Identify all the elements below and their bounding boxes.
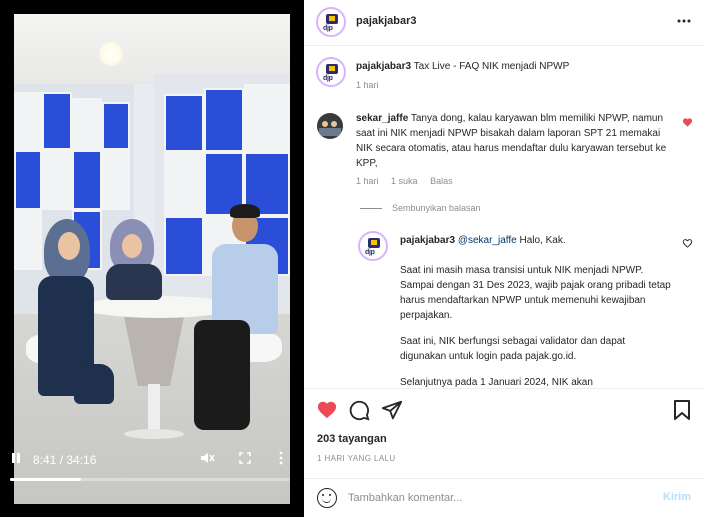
post-comment-button[interactable]: Kirim <box>663 491 691 503</box>
hide-replies-label: Sembunyikan balasan <box>392 203 481 213</box>
reply-greeting: Halo, Kak. <box>519 235 566 246</box>
caption-meta: 1 hari <box>356 80 389 90</box>
avatar-label: djp <box>323 25 333 32</box>
video-current-time: 8:41 <box>33 453 57 467</box>
comments-list[interactable]: djp pajakjabar3 Tax Live - FAQ NIK menja… <box>304 47 705 387</box>
share-send-icon[interactable] <box>381 399 403 426</box>
more-options-icon[interactable] <box>278 450 284 469</box>
avatar-label: djp <box>365 249 375 256</box>
reply-author[interactable]: pajakjabar3 <box>400 235 455 246</box>
avatar[interactable]: djp <box>316 7 346 37</box>
reply-paragraph: Selanjutnya pada 1 Januari 2024, NIK aka… <box>400 377 593 387</box>
caption-author[interactable]: pajakjabar3 <box>356 61 411 72</box>
caption-time: 1 hari <box>356 80 379 90</box>
djp-logo-icon <box>326 14 338 24</box>
mute-icon[interactable] <box>199 451 215 468</box>
reply-button[interactable]: Balas <box>430 176 453 186</box>
like-heart-icon[interactable] <box>316 399 338 424</box>
comment-likes[interactable]: 1 suka <box>391 176 418 186</box>
video-time: 8:41 / 34:16 <box>33 453 97 467</box>
comment-body: sekar_jaffe Tanya dong, kalau karyawan b… <box>356 111 678 171</box>
comment-meta: 1 hari 1 suka Balas <box>356 176 463 186</box>
video-scene-table-base <box>124 429 184 439</box>
video-progress-bar[interactable] <box>10 478 290 481</box>
post-timestamp[interactable]: 1 HARI YANG LALU <box>317 454 396 463</box>
video-progress-fill <box>10 478 81 481</box>
view-count: 203 tayangan <box>317 433 387 445</box>
bookmark-icon[interactable] <box>673 399 691 426</box>
post-actions: 203 tayangan 1 HARI YANG LALU <box>304 388 705 478</box>
avatar[interactable] <box>317 113 343 139</box>
video-player[interactable]: 8:41 / 34:16 <box>0 0 304 517</box>
pause-icon[interactable] <box>10 451 22 468</box>
video-duration: 34:16 <box>66 453 97 467</box>
avatar[interactable]: djp <box>358 231 388 261</box>
comment-input[interactable] <box>348 489 648 507</box>
caption-text: Tax Live - FAQ NIK menjadi NPWP <box>413 61 570 72</box>
more-options-icon[interactable] <box>677 10 691 28</box>
video-scene-table-leg <box>148 384 160 434</box>
reply-like-icon[interactable] <box>682 238 693 251</box>
avatar-label: djp <box>323 75 333 82</box>
comment-like-icon[interactable] <box>682 117 693 130</box>
video-controls: 8:41 / 34:16 <box>0 446 304 490</box>
reply-paragraph: Saat ini masih masa transisi untuk NIK m… <box>400 265 671 321</box>
avatar[interactable]: djp <box>316 57 346 87</box>
emoji-icon[interactable] <box>317 488 337 508</box>
comment-bubble-icon[interactable] <box>348 399 370 426</box>
post-panel: djp pajakjabar3 djp pajakjabar3 Tax Live… <box>304 0 705 517</box>
djp-logo-icon <box>368 238 380 248</box>
video-scene-lamp <box>99 42 123 66</box>
reply-body: pajakjabar3 @sekar_jaffe Halo, Kak. <box>400 233 672 248</box>
reply-mention[interactable]: @sekar_jaffe <box>458 235 517 246</box>
hide-replies-toggle[interactable]: Sembunyikan balasan <box>360 203 491 213</box>
post-author[interactable]: pajakjabar3 <box>356 15 417 27</box>
djp-logo-icon <box>326 64 338 74</box>
post-header: djp pajakjabar3 <box>304 0 705 46</box>
comment-composer: Kirim <box>304 478 705 517</box>
reply-paragraph: Saat ini, NIK berfungsi sebagai validato… <box>400 336 626 362</box>
video-frame[interactable] <box>14 14 290 504</box>
post-caption: pajakjabar3 Tax Live - FAQ NIK menjadi N… <box>356 59 686 74</box>
comment-time: 1 hari <box>356 176 379 186</box>
fullscreen-icon[interactable] <box>238 451 252 468</box>
comment-author[interactable]: sekar_jaffe <box>356 113 408 124</box>
